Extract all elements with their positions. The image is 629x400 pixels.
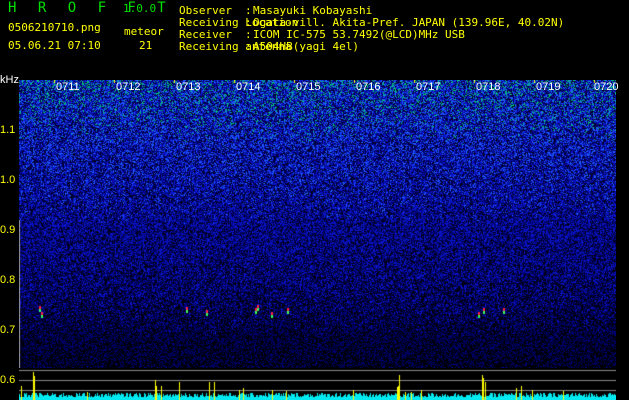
meteor-activity-graph (19, 368, 616, 400)
freq-label: 0.9 (0, 224, 16, 236)
unit-label: kHz (0, 74, 19, 86)
time-label: 0716 (356, 81, 381, 93)
meteor-count: 21 (139, 39, 153, 52)
time-label: 0719 (536, 81, 561, 93)
time-label: 0715 (296, 81, 321, 93)
time-label: 0712 (116, 81, 141, 93)
app-version: 1.0.0 (123, 2, 157, 15)
filename: 0506210710.png (8, 21, 101, 34)
time-label: 0711 (56, 81, 80, 93)
freq-label: 1.1 (0, 124, 16, 136)
time-label: 0714 (236, 81, 261, 93)
freq-label: 0.7 (0, 324, 16, 336)
meteor-label: meteor (124, 25, 164, 38)
spectrogram (19, 80, 616, 368)
time-label: 0717 (416, 81, 441, 93)
time-label: 0713 (176, 81, 201, 93)
datetime: 05.06.21 07:10 (8, 39, 101, 52)
antenna-value: A504HB(yagi 4el) (253, 40, 359, 53)
time-label: 0720 (594, 81, 619, 93)
freq-label: 0.6 (0, 374, 16, 386)
freq-label: 1.0 (0, 174, 16, 186)
hrofft-window: H R O F F T 1.0.0 0506210710.png 05.06.2… (0, 0, 629, 400)
time-label: 0718 (476, 81, 501, 93)
freq-label: 0.8 (0, 274, 16, 286)
